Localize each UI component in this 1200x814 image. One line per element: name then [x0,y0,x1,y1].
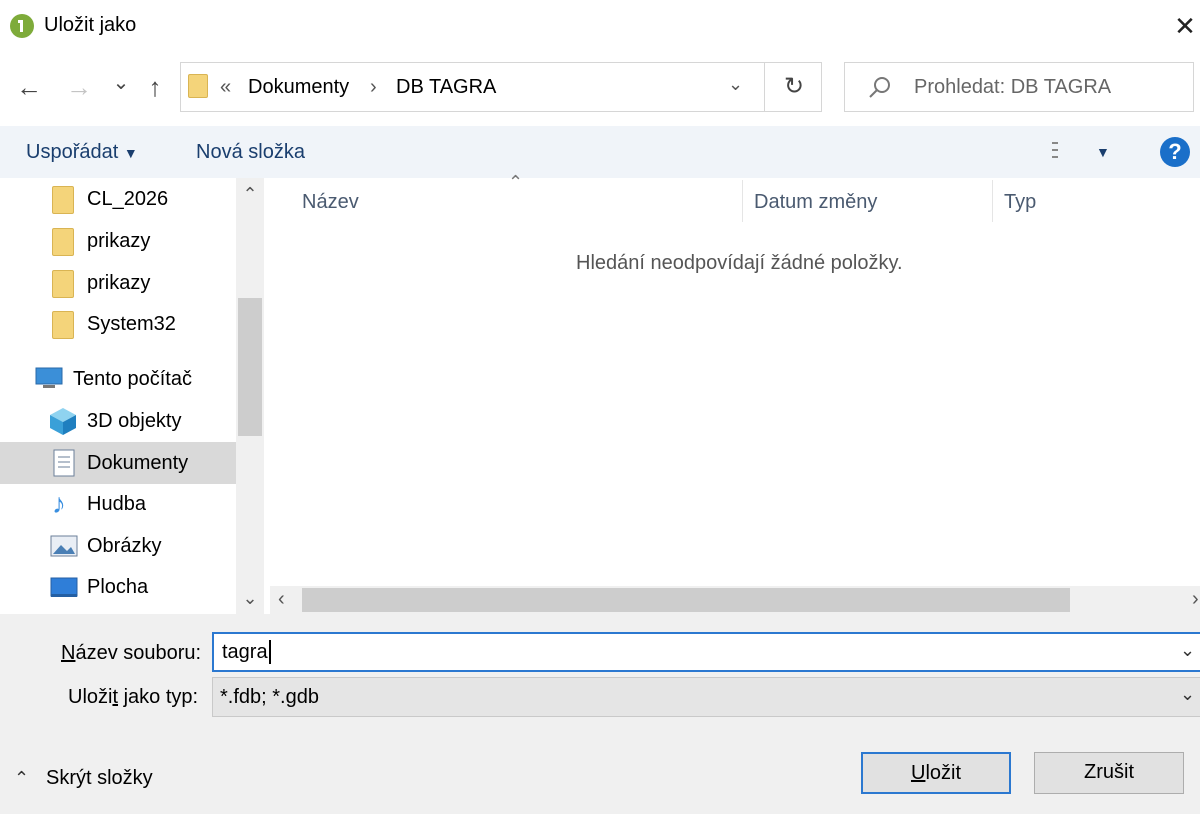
view-dropdown-icon[interactable]: ▼ [1096,144,1110,160]
breadcrumb-dokumenty[interactable]: Dokumenty [248,76,349,99]
empty-results-message: Hledání neodpovídají žádné položky. [576,252,903,274]
forward-icon[interactable]: → [64,70,94,104]
save-label-rest: ložit [925,762,962,784]
file-list-scroll-thumb[interactable] [302,588,1070,612]
column-divider[interactable] [992,180,993,222]
folder-icon [52,270,74,298]
filetype-dropdown-icon[interactable]: ⌄ [1180,684,1195,705]
filename-label-access: N [61,642,76,664]
recent-locations-icon[interactable]: ⌄ [106,66,136,100]
breadcrumb-overflow-icon[interactable]: « [220,76,231,99]
title-bar [0,0,1200,52]
sort-ascending-icon: ⌃ [508,172,524,192]
sidebar-item-desktop[interactable]: Plocha [87,576,148,599]
sidebar-item-documents[interactable]: Dokumenty [87,452,188,475]
music-icon: ♪ [52,488,66,519]
back-icon[interactable]: ← [14,70,44,104]
folder-icon [52,186,74,214]
breadcrumb-db-tagra[interactable]: DB TAGRA [396,76,496,99]
filetype-label: Uložit jako typ: [68,686,198,709]
filename-input[interactable] [212,632,1200,672]
filename-label: Název souboru: [61,642,201,665]
close-icon[interactable]: ✕ [1170,9,1200,43]
refresh-icon[interactable]: ↻ [784,72,804,101]
sidebar-item-pictures[interactable]: Obrázky [87,535,161,558]
filename-label-rest: zev souboru: [86,642,202,664]
filename-label-mid: á [75,642,87,664]
sidebar-scroll-thumb[interactable] [238,298,262,436]
computer-icon [35,367,63,388]
pictures-icon [50,535,78,557]
filetype-label-rest: jako typ: [118,686,199,708]
sidebar-item-3d-objects[interactable]: 3D objekty [87,410,182,433]
search-input[interactable]: Prohledat: DB TAGRA [914,76,1111,99]
save-label-access: U [910,762,926,784]
save-button[interactable]: Uložit [861,752,1011,794]
organize-label: Uspořádat [26,141,119,163]
organize-button[interactable]: Uspořádat ▼ [26,141,138,164]
new-folder-button[interactable]: Nová složka [196,141,305,164]
command-bar [0,126,1200,178]
column-divider[interactable] [742,180,743,222]
up-icon[interactable]: ↑ [140,70,170,104]
folder-icon [52,228,74,256]
app-icon [10,14,34,38]
sidebar-item-system32[interactable]: System32 [87,313,176,336]
text-cursor [269,640,271,664]
desktop-icon [50,577,78,597]
address-dropdown-icon[interactable]: ⌄ [728,74,743,95]
sidebar-item-music[interactable]: Hudba [87,493,146,516]
sidebar-item-prikazy-2[interactable]: prikazy [87,272,150,295]
scroll-left-icon[interactable]: ‹ [278,588,285,611]
cancel-button[interactable]: Zrušit [1034,752,1184,794]
help-icon[interactable]: ? [1160,137,1190,167]
3d-objects-icon [50,408,76,435]
scroll-right-icon[interactable]: › [1192,588,1199,611]
window-title: Uložit jako [44,14,137,36]
hide-folders-button[interactable]: Skrýt složky [46,767,153,790]
breadcrumb-separator-icon[interactable]: › [370,76,377,99]
filename-dropdown-icon[interactable]: ⌄ [1180,640,1195,661]
scroll-up-icon[interactable]: ⌃ [236,184,264,205]
sidebar-item-this-pc[interactable]: Tento počítač [73,368,192,391]
filetype-value[interactable]: *.fdb; *.gdb [220,686,319,709]
folder-icon [52,311,74,339]
address-divider [764,62,765,112]
filetype-select[interactable] [212,677,1200,717]
sidebar-item-cl-2026[interactable]: CL_2026 [87,188,168,211]
view-options-icon[interactable] [1052,140,1080,162]
folder-icon [188,74,208,98]
column-header-name[interactable]: Název [302,191,359,214]
column-header-type[interactable]: Typ [1004,191,1036,214]
sidebar-item-prikazy[interactable]: prikazy [87,230,150,253]
caret-down-icon: ▼ [123,145,138,161]
column-header-date[interactable]: Datum změny [754,191,877,214]
scroll-down-icon[interactable]: ⌄ [236,588,264,609]
filename-value[interactable]: tagra [222,641,268,664]
search-icon [869,77,890,98]
documents-icon [53,449,75,477]
chevron-up-icon[interactable]: ⌃ [14,768,29,789]
filetype-label-pre: Uloži [68,686,113,708]
